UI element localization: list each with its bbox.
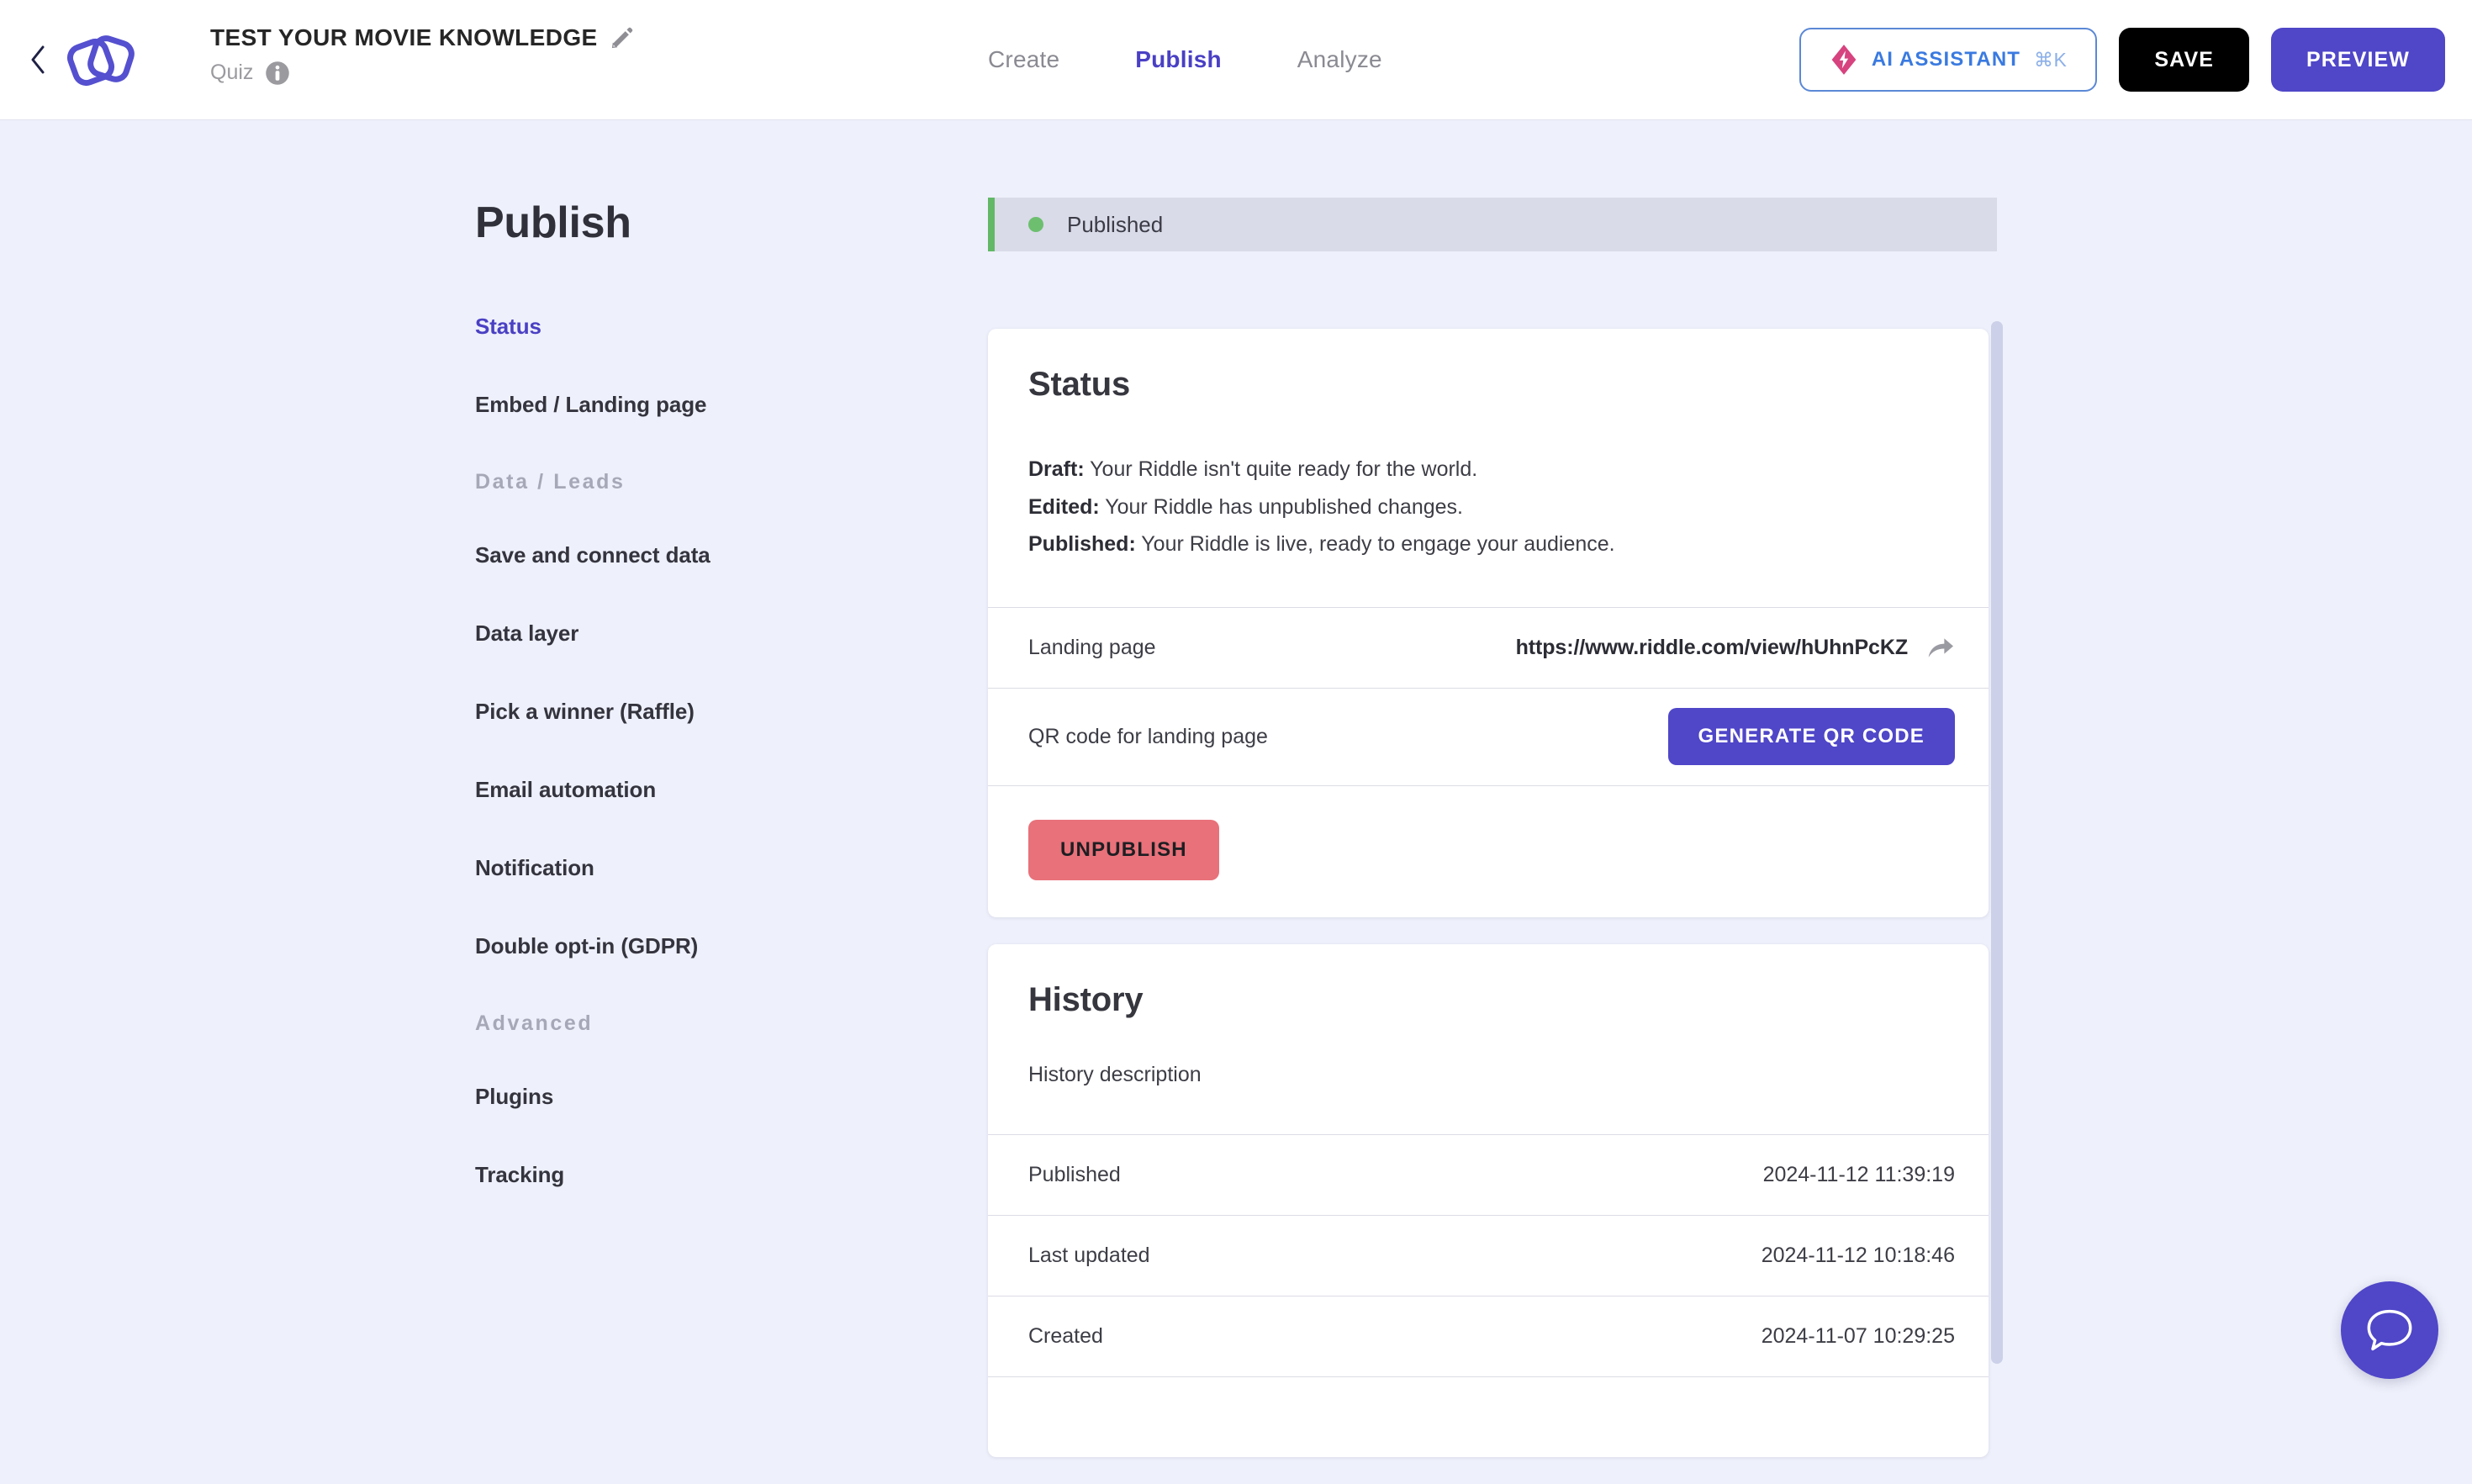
status-card: Status Draft: Your Riddle isn't quite re… (988, 329, 1989, 917)
sidebar-item-plugins[interactable]: Plugins (475, 1084, 862, 1110)
sidebar-item-notification[interactable]: Notification (475, 855, 862, 881)
sidebar-item-pick-a-winner[interactable]: Pick a winner (Raffle) (475, 699, 862, 725)
status-line-published: Published: Your Riddle is live, ready to… (1028, 525, 1948, 563)
qr-code-label: QR code for landing page (1028, 724, 1268, 748)
page-body: Publish Status Embed / Landing page Data… (0, 119, 2472, 1457)
unpublish-row: UNPUBLISH (988, 784, 1989, 917)
landing-page-value-group: https://www.riddle.com/view/hUhnPcKZ (1516, 635, 1955, 660)
ai-assistant-label: AI ASSISTANT (1871, 48, 2021, 71)
app-header: TEST YOUR MOVIE KNOWLEDGE Quiz Create Pu… (0, 0, 2472, 119)
history-row-value: 2024-11-12 10:18:46 (1761, 1243, 1955, 1267)
history-card-description: History description (1028, 1062, 1202, 1086)
document-title-block: TEST YOUR MOVIE KNOWLEDGE Quiz (210, 24, 635, 86)
status-line-draft: Draft: Your Riddle isn't quite ready for… (1028, 451, 1948, 489)
table-row: Last updated 2024-11-12 10:18:46 (988, 1214, 1989, 1296)
share-arrow-icon[interactable] (1926, 635, 1955, 660)
history-row-value: 2024-11-07 10:29:25 (1761, 1323, 1955, 1348)
sidebar-item-double-opt-in[interactable]: Double opt-in (GDPR) (475, 933, 862, 959)
table-row: Published 2024-11-12 11:39:19 (988, 1133, 1989, 1215)
tab-publish[interactable]: Publish (1135, 46, 1222, 73)
chat-support-button[interactable] (2341, 1281, 2438, 1379)
chevron-left-icon (31, 45, 45, 74)
unpublish-button[interactable]: UNPUBLISH (1028, 819, 1219, 880)
status-term-edited: Edited: (1028, 494, 1100, 519)
status-card-description: Draft: Your Riddle isn't quite ready for… (1028, 451, 1948, 607)
sidebar-item-embed-landing-page[interactable]: Embed / Landing page (475, 392, 862, 418)
status-term-published: Published: (1028, 532, 1136, 556)
tab-analyze[interactable]: Analyze (1297, 46, 1382, 73)
content-scrollbar-thumb[interactable] (1991, 321, 2003, 1364)
landing-page-row: Landing page https://www.riddle.com/view… (988, 606, 1989, 688)
preview-button[interactable]: PREVIEW (2271, 28, 2445, 92)
back-button[interactable] (27, 44, 49, 76)
logo-icon (66, 35, 135, 87)
sidebar-group-advanced: Advanced (475, 1011, 594, 1035)
publish-content: Published Status Draft: Your Riddle isn'… (988, 198, 2001, 1484)
chat-bubble-icon (2367, 1309, 2412, 1351)
ai-assistant-button[interactable]: AI ASSISTANT ⌘K (1799, 28, 2098, 92)
document-type-label: Quiz (210, 61, 254, 85)
qr-code-row: QR code for landing page GENERATE QR COD… (988, 687, 1989, 785)
page-title: TEST YOUR MOVIE KNOWLEDGE (210, 24, 598, 50)
status-banner: Published (988, 198, 1997, 251)
header-actions: AI ASSISTANT ⌘K SAVE PREVIEW (1799, 28, 2445, 92)
status-line-edited: Edited: Your Riddle has unpublished chan… (1028, 489, 1948, 526)
ai-sparkle-diamond-icon (1831, 45, 1857, 75)
content-scrollbar-track[interactable] (1991, 321, 2003, 1413)
ai-assistant-shortcut: ⌘K (2034, 48, 2068, 71)
history-row-label: Created (1028, 1323, 1103, 1348)
history-row-label: Last updated (1028, 1243, 1150, 1267)
generate-qr-code-button[interactable]: GENERATE QR CODE (1667, 708, 1955, 765)
history-row-label: Published (1028, 1162, 1121, 1186)
info-icon[interactable] (265, 61, 290, 86)
status-banner-label: Published (1067, 211, 1164, 237)
sidebar-item-data-layer[interactable]: Data layer (475, 621, 862, 647)
sidebar-item-save-and-connect-data[interactable]: Save and connect data (475, 542, 862, 568)
status-term-draft: Draft: (1028, 457, 1085, 481)
history-card-heading: History (1028, 980, 1144, 1018)
status-dot-icon (1028, 217, 1043, 232)
status-text-edited: Your Riddle has unpublished changes. (1099, 494, 1463, 519)
landing-page-url[interactable]: https://www.riddle.com/view/hUhnPcKZ (1516, 636, 1908, 660)
edit-pencil-icon[interactable] (610, 25, 635, 50)
table-row-partial (988, 1376, 1989, 1457)
history-card: History History description Published 20… (988, 943, 1989, 1457)
sidebar-item-email-automation[interactable]: Email automation (475, 777, 862, 803)
sidebar-title: Publish (475, 198, 631, 247)
status-card-heading: Status (1028, 366, 1131, 403)
history-row-value: 2024-11-12 11:39:19 (1762, 1162, 1955, 1186)
main-tab-bar: Create Publish Analyze (988, 0, 1382, 119)
table-row: Created 2024-11-07 10:29:25 (988, 1295, 1989, 1376)
status-text-draft: Your Riddle isn't quite ready for the wo… (1084, 457, 1478, 481)
landing-page-label: Landing page (1028, 635, 1156, 659)
status-text-published: Your Riddle is live, ready to engage you… (1135, 532, 1615, 556)
riddle-logo[interactable] (61, 22, 138, 99)
tab-create[interactable]: Create (988, 46, 1059, 73)
save-button[interactable]: SAVE (2119, 28, 2249, 92)
publish-sidebar: Publish Status Embed / Landing page Data… (475, 198, 862, 1240)
sidebar-item-status[interactable]: Status (475, 314, 862, 340)
sidebar-item-tracking[interactable]: Tracking (475, 1162, 862, 1188)
sidebar-group-data-leads: Data / Leads (475, 470, 626, 494)
